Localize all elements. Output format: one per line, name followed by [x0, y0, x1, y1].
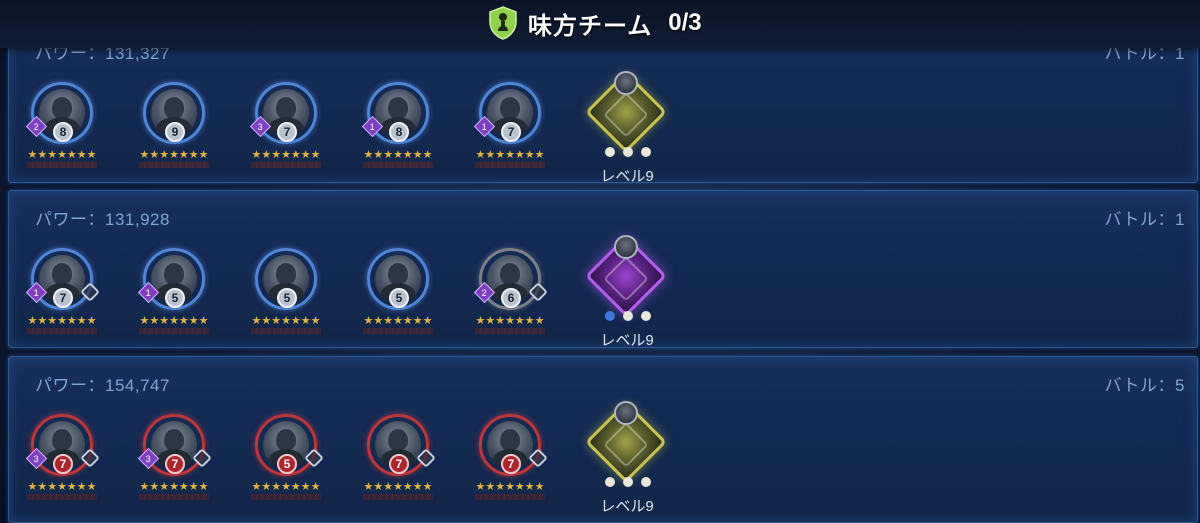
character-portrait[interactable]: 1 7 ★★★★★★★ [23, 248, 101, 340]
gear-bar [27, 162, 97, 168]
relic-level-badge: 7 [389, 454, 409, 474]
character-portrait[interactable]: 9 ★★★★★★★ [135, 82, 213, 174]
gear-bar [363, 494, 433, 500]
star-rating: ★★★★★★★ [251, 481, 321, 493]
datacron-slot-dot [641, 311, 651, 321]
character-portrait[interactable]: 5 ★★★★★★★ [247, 414, 325, 506]
relic-level-badge: 7 [501, 454, 521, 474]
character-portrait[interactable]: 3 7 ★★★★★★★ [135, 414, 213, 506]
team-row-2[interactable]: パワー：131,928 バトル：1 1 7 ★★★★★★★ 1 5 ★★★★★★★ 5 ★★★… [8, 190, 1198, 349]
character-portrait[interactable]: 3 7 ★★★★★★★ [23, 414, 101, 506]
character-portrait[interactable]: 2 8 ★★★★★★★ [23, 82, 101, 174]
team-row-1[interactable]: パワー：131,327 バトル：1 2 8 ★★★★★★★ 9 ★★★★★★★ 3 7 ★★★… [8, 26, 1198, 185]
datacron-slot-dot [605, 147, 615, 157]
zeta-count: 3 [33, 453, 40, 464]
zeta-count: 1 [481, 121, 488, 132]
gear-bar [363, 162, 433, 168]
character-portrait[interactable]: 7 ★★★★★★★ [359, 414, 437, 506]
star-rating: ★★★★★★★ [363, 315, 433, 327]
gear-bar [251, 328, 321, 334]
character-portrait[interactable]: 1 7 ★★★★★★★ [471, 82, 549, 174]
datacron-leader-icon [614, 71, 638, 95]
datacron-slot-dot [623, 147, 633, 157]
team-power: パワー：131,928 [35, 210, 170, 229]
relic-level-badge: 9 [165, 122, 185, 142]
star-rating: ★★★★★★★ [27, 315, 97, 327]
datacron-leader-icon [614, 401, 638, 425]
star-rating: ★★★★★★★ [139, 481, 209, 493]
relic-level-badge: 5 [389, 288, 409, 308]
star-rating: ★★★★★★★ [475, 315, 545, 327]
relic-level-badge: 7 [501, 122, 521, 142]
gear-bar [475, 162, 545, 168]
datacron-level-label: レベル9 [600, 498, 654, 515]
relic-level-badge: 8 [53, 122, 73, 142]
gear-bar [475, 328, 545, 334]
datacron-slot-dot [605, 477, 615, 487]
gear-bar [139, 494, 209, 500]
datacron-slot-dot [605, 311, 615, 321]
star-rating: ★★★★★★★ [251, 149, 321, 161]
gear-bar [27, 328, 97, 334]
gear-bar [363, 328, 433, 334]
character-portrait[interactable]: 5 ★★★★★★★ [359, 248, 437, 340]
star-rating: ★★★★★★★ [139, 149, 209, 161]
star-rating: ★★★★★★★ [475, 481, 545, 493]
star-rating: ★★★★★★★ [251, 315, 321, 327]
character-portrait[interactable]: 1 8 ★★★★★★★ [359, 82, 437, 174]
team-battle: バトル：1 [1104, 210, 1185, 229]
zeta-count: 1 [369, 121, 376, 132]
team-power: パワー：154,747 [35, 376, 170, 395]
datacron-slot-dot [623, 477, 633, 487]
zeta-count: 1 [145, 287, 152, 298]
relic-level-badge: 5 [165, 288, 185, 308]
gear-bar [27, 494, 97, 500]
zeta-count: 3 [257, 121, 264, 132]
datacron-leader-icon [614, 235, 638, 259]
character-portrait[interactable]: 1 5 ★★★★★★★ [135, 248, 213, 340]
star-rating: ★★★★★★★ [139, 315, 209, 327]
character-portrait[interactable]: 2 6 ★★★★★★★ [471, 248, 549, 340]
zeta-count: 3 [145, 453, 152, 464]
star-rating: ★★★★★★★ [363, 481, 433, 493]
relic-level-badge: 7 [277, 122, 297, 142]
star-rating: ★★★★★★★ [27, 481, 97, 493]
relic-level-badge: 7 [165, 454, 185, 474]
gear-bar [139, 328, 209, 334]
datacron-level-label: レベル9 [600, 168, 654, 185]
zeta-count: 2 [481, 287, 488, 298]
datacron-slot-dot [641, 477, 651, 487]
relic-level-badge: 5 [277, 454, 297, 474]
team-row-3[interactable]: パワー：154,747 バトル：5 3 7 ★★★★★★★ 3 7 ★★★★★★★ 5 ★★★… [8, 356, 1198, 523]
gear-bar [475, 494, 545, 500]
team-header: 味方チーム 0/3 [0, 0, 1200, 48]
relic-level-badge: 8 [389, 122, 409, 142]
star-rating: ★★★★★★★ [363, 149, 433, 161]
gear-bar [251, 162, 321, 168]
datacron[interactable]: レベル9 [584, 70, 668, 185]
zeta-count: 2 [33, 121, 40, 132]
datacron-level-label: レベル9 [600, 332, 654, 349]
gear-bar [251, 494, 321, 500]
relic-level-badge: 7 [53, 454, 73, 474]
header-title: 味方チーム [528, 12, 653, 40]
star-rating: ★★★★★★★ [27, 149, 97, 161]
datacron-slot-dot [623, 311, 633, 321]
header-count: 0/3 [668, 9, 702, 36]
relic-level-badge: 7 [53, 288, 73, 308]
zeta-count: 1 [33, 287, 40, 298]
character-portrait[interactable]: 7 ★★★★★★★ [471, 414, 549, 506]
shield-person-icon [486, 4, 520, 42]
header-title-group: 味方チーム 0/3 [486, 4, 702, 42]
team-battle: バトル：5 [1104, 376, 1185, 395]
relic-level-badge: 6 [501, 288, 521, 308]
datacron[interactable]: レベル9 [584, 234, 668, 349]
star-rating: ★★★★★★★ [475, 149, 545, 161]
datacron-slot-dot [641, 147, 651, 157]
gear-bar [139, 162, 209, 168]
relic-level-badge: 5 [277, 288, 297, 308]
character-portrait[interactable]: 5 ★★★★★★★ [247, 248, 325, 340]
datacron[interactable]: レベル9 [584, 400, 668, 515]
character-portrait[interactable]: 3 7 ★★★★★★★ [247, 82, 325, 174]
